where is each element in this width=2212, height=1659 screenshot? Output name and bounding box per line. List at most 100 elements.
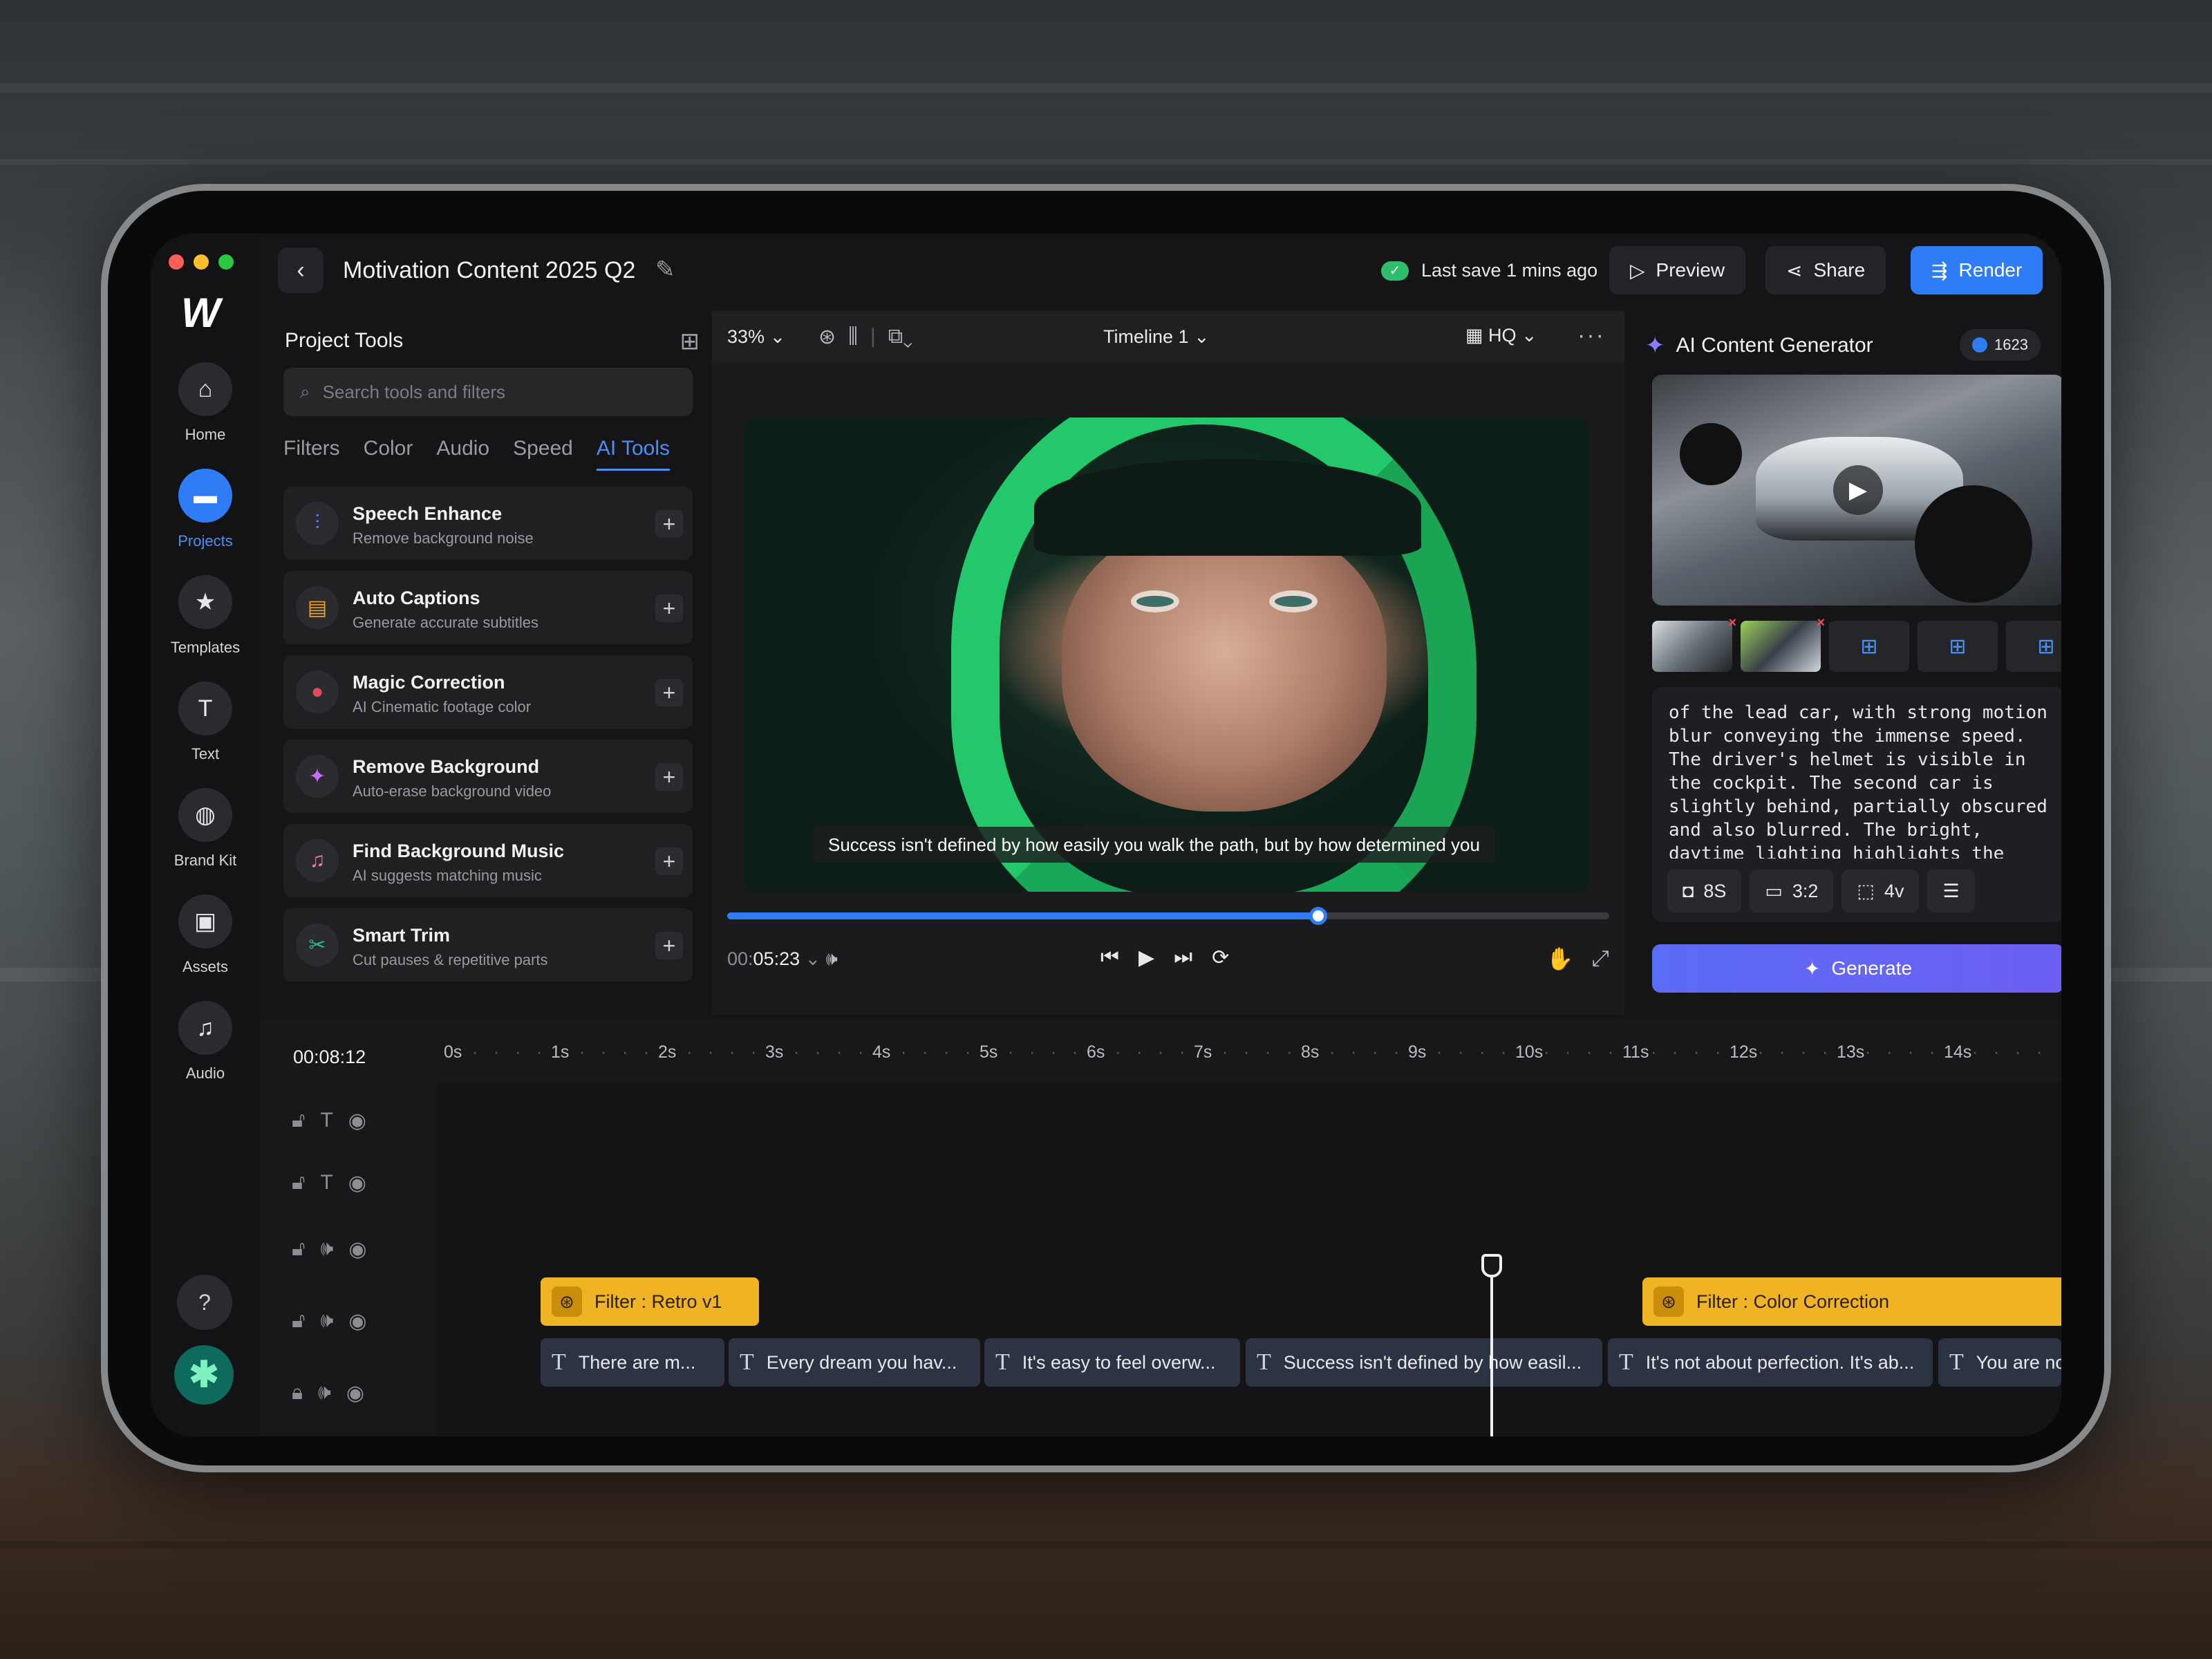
video-frame-visor (1034, 459, 1421, 556)
text-clip[interactable]: T Every dream you hav... (729, 1338, 980, 1387)
remove-icon[interactable]: × (1817, 615, 1825, 631)
skip-forward-icon[interactable]: ⏭ (1174, 946, 1192, 970)
volume-icon[interactable]: 🕪 (320, 1237, 333, 1262)
add-icon[interactable]: + (655, 932, 683, 959)
crop-icon[interactable]: ⧉⌄ (888, 325, 913, 349)
filter-clip[interactable]: ⊛ Filter : Color Correction (1642, 1277, 2061, 1326)
tab-ai-tools[interactable]: AI Tools (596, 437, 671, 471)
nav-templates[interactable]: ★ Templates (151, 575, 260, 657)
eye-icon[interactable]: ◉ (348, 1237, 366, 1262)
nav-projects[interactable]: ▬ Projects (151, 469, 260, 550)
preview-button[interactable]: ▷ Preview (1609, 246, 1746, 294)
text-clip[interactable]: T Success isn't defined by how easil... (1246, 1338, 1602, 1387)
add-image-icon[interactable]: ⊞ (2006, 621, 2061, 672)
add-image-icon[interactable]: ⊞ (1918, 621, 1998, 672)
video-preview[interactable]: Success isn't defined by how easily you … (744, 418, 1590, 892)
lock-icon[interactable]: 🔒︎ (292, 1381, 303, 1405)
tool-remove-background[interactable]: ✦ Remove Background Auto-erase backgroun… (283, 740, 693, 813)
add-icon[interactable]: + (655, 510, 683, 538)
ruler-minor-tick: · (579, 1042, 585, 1062)
add-icon[interactable]: + (655, 679, 683, 706)
tab-color[interactable]: Color (364, 437, 413, 471)
aspect-ratio-chip[interactable]: ▭ 3:2 (1750, 870, 1834, 912)
play-icon[interactable]: ▶ (1833, 465, 1883, 515)
tool-auto-captions[interactable]: ▤ Auto Captions Generate accurate subtit… (283, 571, 693, 644)
quality-select[interactable]: ▦ HQ ⌄ (1465, 325, 1537, 346)
tools-search-input[interactable]: ⌕ Search tools and filters (283, 368, 693, 416)
generate-button[interactable]: ✦ Generate (1652, 944, 2061, 993)
help-icon[interactable]: ? (177, 1275, 232, 1330)
tab-filters[interactable]: Filters (283, 437, 340, 471)
timeline-select[interactable]: Timeline 1 ⌄ (1103, 326, 1210, 348)
zoom-select[interactable]: 33% ⌄ (727, 326, 785, 348)
playhead-handle[interactable] (1481, 1254, 1502, 1277)
loop-icon[interactable]: ⟳ (1212, 946, 1229, 970)
tool-find-background-music[interactable]: ♫ Find Background Music AI suggests matc… (283, 824, 693, 897)
text-clip[interactable]: T It's easy to feel overw... (984, 1338, 1240, 1387)
text-icon[interactable]: T (320, 1171, 332, 1195)
avatar[interactable]: ✱ (174, 1345, 234, 1405)
lock-icon[interactable]: 🔓︎ (292, 1109, 305, 1133)
chevron-down-icon[interactable]: ⌄ (805, 948, 821, 969)
tool-smart-trim[interactable]: ✂ Smart Trim Cut pauses & repetitive par… (283, 908, 693, 982)
time-ruler[interactable]: 0s · · · · 1s · · · · 2s · · · · 3s · · · · 4s · · · · 5s · · · · 6s · ·… (444, 1042, 2061, 1070)
eye-icon[interactable]: ◉ (348, 1171, 366, 1195)
tool-magic-correction[interactable]: ● Magic Correction AI Cinematic footage … (283, 655, 693, 729)
tab-speed[interactable]: Speed (513, 437, 573, 471)
back-button[interactable]: ‹ (278, 247, 324, 293)
lock-icon[interactable]: 🔓︎ (292, 1237, 305, 1262)
skip-back-icon[interactable]: ⏮ (1100, 946, 1119, 970)
eye-icon[interactable]: ◉ (346, 1381, 364, 1405)
reference-thumb[interactable]: × (1652, 615, 1736, 672)
close-dot[interactable] (169, 254, 184, 270)
lock-icon[interactable]: 🔓︎ (292, 1309, 305, 1333)
play-icon[interactable]: ▶ (1138, 946, 1154, 970)
pencil-icon[interactable]: ✎ (655, 256, 675, 283)
reference-thumb[interactable]: × (1741, 615, 1825, 672)
model-chip[interactable]: ⬚ 4v (1841, 870, 1920, 912)
nav-text[interactable]: T Text (151, 682, 260, 763)
hand-icon[interactable]: ✋ (1546, 946, 1574, 972)
volume-icon[interactable]: 🕪 (318, 1381, 331, 1405)
fullscreen-icon[interactable]: ⤢ (1591, 946, 1609, 972)
add-icon[interactable]: + (655, 763, 683, 791)
text-clip[interactable]: T There are m... (541, 1338, 724, 1387)
add-icon[interactable]: + (655, 594, 683, 622)
nav-audio[interactable]: ♫ Audio (151, 1001, 260, 1082)
nav-home[interactable]: ⌂ Home (151, 362, 260, 444)
remove-icon[interactable]: × (1728, 615, 1736, 631)
nav-assets[interactable]: ▣ Assets (151, 894, 260, 976)
text-clip[interactable]: T You are not alone in t (1938, 1338, 2061, 1387)
scrubber[interactable] (727, 907, 1609, 925)
color-filter-icon[interactable]: ⊛ (818, 325, 836, 349)
ai-video-preview[interactable]: ▶ (1652, 375, 2061, 606)
filter-clip[interactable]: ⊛ Filter : Retro v1 (541, 1277, 759, 1326)
scrubber-handle[interactable] (1309, 907, 1327, 925)
lock-icon[interactable]: 🔓︎ (292, 1171, 305, 1195)
duration-chip[interactable]: ◘ 8S (1667, 870, 1742, 912)
text-icon[interactable]: T (320, 1109, 332, 1133)
volume-icon[interactable]: 🕪 (320, 1309, 333, 1333)
eye-icon[interactable]: ◉ (348, 1309, 366, 1333)
adjustments-icon[interactable]: ⫼ (848, 325, 858, 349)
eye-icon[interactable]: ◉ (348, 1109, 366, 1133)
ruler-minor-tick: · (1608, 1042, 1614, 1062)
volume-icon[interactable]: 🕪 (826, 948, 838, 969)
minimize-dot[interactable] (194, 254, 209, 270)
share-button[interactable]: ⋖ Share (1765, 246, 1886, 294)
add-image-icon[interactable]: ⊞ (1829, 621, 1909, 672)
clip-label: It's easy to feel overw... (1022, 1351, 1216, 1373)
tab-audio[interactable]: Audio (436, 437, 489, 471)
text-clip[interactable]: T It's not about perfection. It's ab... (1608, 1338, 1933, 1387)
maximize-dot[interactable] (218, 254, 234, 270)
nav-brand-kit[interactable]: ◍ Brand Kit (151, 788, 260, 870)
add-icon[interactable]: + (655, 847, 683, 875)
render-button[interactable]: ⇶ Render (1911, 246, 2043, 294)
scrubber-progress (727, 912, 1318, 919)
star-icon: ★ (178, 575, 232, 629)
grid-view-icon[interactable]: ⊞ (680, 328, 700, 355)
settings-chip[interactable]: ☰ (1927, 870, 1975, 912)
prompt-textarea[interactable]: of the lead car, with strong motion blur… (1669, 701, 2056, 859)
tool-speech-enhance[interactable]: ⫶ Speech Enhance Remove background noise… (283, 487, 693, 560)
more-icon[interactable]: ··· (1577, 322, 1605, 349)
